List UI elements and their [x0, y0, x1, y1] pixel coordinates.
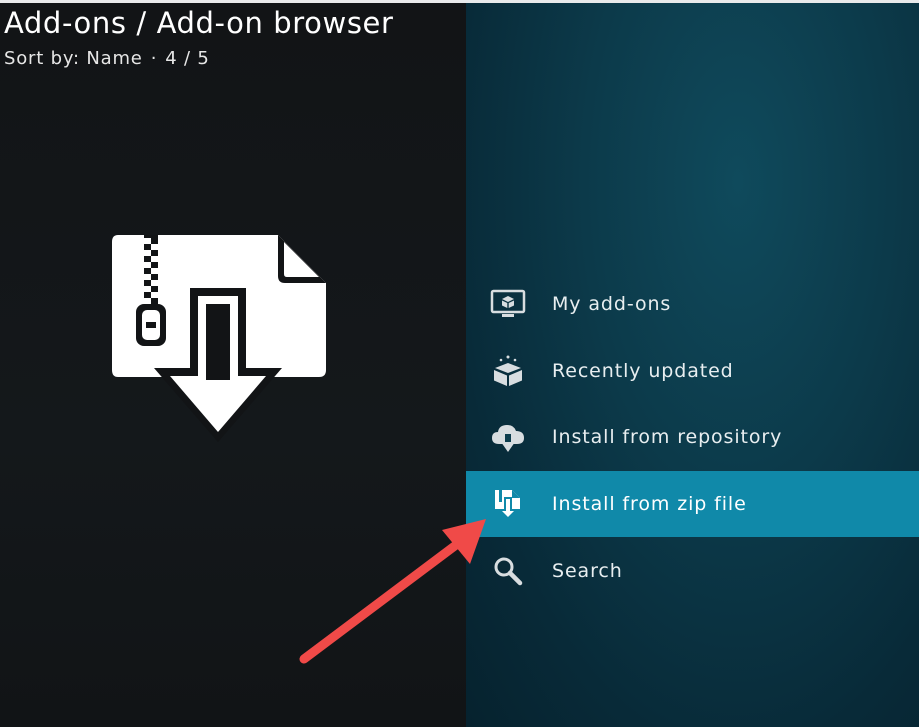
separator: · [150, 48, 158, 69]
page-title: Add-ons / Add-on browser [4, 6, 394, 40]
menu-item-install-from-zip-file[interactable]: Install from zip file [466, 470, 919, 538]
menu-item-label: Install from zip file [552, 493, 747, 516]
monitor-box-icon [490, 286, 526, 322]
search-icon [490, 553, 526, 589]
sort-info: Sort by: Name · 4 / 5 [4, 48, 394, 69]
menu-item-install-from-repository[interactable]: Install from repository [466, 404, 919, 471]
zip-file-icon [490, 486, 526, 522]
open-box-icon [490, 353, 526, 389]
menu-item-label: Search [552, 559, 623, 582]
cloud-download-icon [490, 419, 526, 455]
menu-item-label: Recently updated [552, 359, 734, 382]
menu-item-label: Install from repository [552, 426, 783, 449]
menu-item-recently-updated[interactable]: Recently updated [466, 338, 919, 405]
window-top-edge [0, 0, 919, 3]
item-position: 4 / 5 [165, 48, 210, 69]
menu-item-my-addons[interactable]: My add-ons [466, 271, 919, 338]
sort-label[interactable]: Sort by: Name [4, 48, 143, 69]
zip-download-icon [108, 230, 333, 445]
header: Add-ons / Add-on browser Sort by: Name · 4… [4, 6, 394, 69]
menu-item-label: My add-ons [552, 293, 672, 316]
menu-item-search[interactable]: Search [466, 537, 919, 604]
addon-menu: My add-ons Recently updated Install from… [466, 271, 919, 604]
